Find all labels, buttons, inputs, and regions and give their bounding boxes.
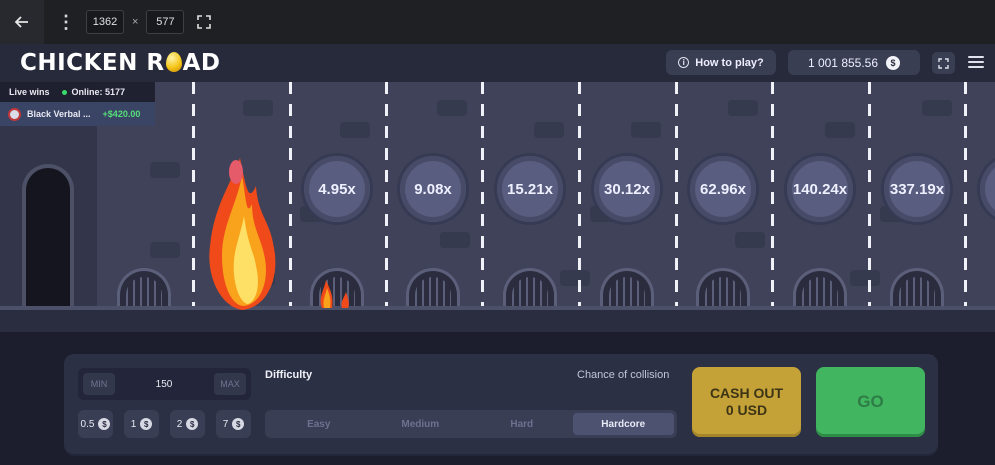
online-dot-icon — [61, 89, 67, 95]
multiplier-coin: 140.24x — [787, 156, 853, 222]
sewer-grate — [117, 268, 171, 308]
wall-brick — [735, 232, 765, 248]
difficulty-label: Difficulty — [265, 369, 313, 381]
sewer-grate — [503, 268, 557, 308]
max-button[interactable]: MAX — [214, 373, 246, 395]
wall-brick — [440, 232, 470, 248]
game-logo: CHICKEN R AD — [20, 50, 221, 76]
balance-value: 1 001 855.56 — [807, 55, 879, 70]
chip-button-2[interactable]: 2 $ — [170, 410, 205, 438]
wall-brick — [560, 270, 590, 286]
kebab-icon[interactable]: ⋮ — [54, 10, 78, 34]
dimension-separator: × — [132, 16, 139, 28]
live-wins-title: Live wins — [9, 87, 50, 97]
difficulty-hardcore-tab[interactable]: Hardcore — [572, 413, 674, 435]
min-button[interactable]: MIN — [83, 373, 115, 395]
multiplier-coin: 337.19x — [884, 156, 950, 222]
egg-icon — [165, 52, 182, 72]
how-to-play-label: How to play? — [695, 56, 764, 69]
width-input[interactable]: 1362 — [86, 10, 124, 34]
lane-divider — [481, 82, 484, 310]
small-fire-icon — [320, 280, 349, 308]
multiplier-coin: 15.21x — [497, 156, 563, 222]
difficulty-hard-tab[interactable]: Hard — [471, 413, 573, 435]
wall-brick — [850, 270, 880, 286]
chip-button-1[interactable]: 1 $ — [124, 410, 159, 438]
cash-out-button[interactable]: CASH OUT 0 USD — [692, 367, 801, 437]
bet-control-panel: MIN 150 MAX 0.5 $ 1 $ 2 $ 7 $ Difficulty Cha… — [64, 354, 938, 454]
fire-flame-icon — [209, 158, 276, 310]
multiplier-coin: 30.12x — [594, 156, 660, 222]
lane-divider — [675, 82, 678, 310]
dollar-coin-icon: $ — [232, 418, 245, 430]
expand-button[interactable] — [932, 52, 955, 74]
wall-brick — [437, 100, 467, 116]
collision-chance-label: Chance of collision — [577, 369, 670, 381]
difficulty-selector: Easy Medium Hard Hardcore — [265, 410, 677, 438]
avatar — [8, 107, 21, 121]
height-input[interactable]: 577 — [146, 10, 185, 34]
lane-divider — [868, 82, 871, 310]
online-count: Online: 5177 — [61, 87, 125, 97]
wall-brick — [728, 100, 758, 116]
wall-brick — [243, 100, 273, 116]
info-icon: i — [678, 57, 690, 68]
sewer-grate — [696, 268, 750, 308]
lane-divider — [385, 82, 388, 310]
sewer-grate — [406, 268, 460, 308]
balance-display: 1 001 855.56 $ — [788, 50, 920, 75]
multiplier-coin: 8 — [980, 156, 995, 222]
multiplier-coin: 9.08x — [400, 156, 466, 222]
wall-brick — [825, 122, 855, 138]
multiplier-coin: 62.96x — [690, 156, 756, 222]
back-button[interactable] — [0, 0, 44, 44]
winner-name: Black Verbal ... — [27, 109, 91, 119]
lane-divider — [771, 82, 774, 310]
expand-icon — [938, 57, 949, 69]
dollar-coin-icon: $ — [886, 55, 901, 70]
game-container: CHICKEN R AD i How to play? 1 001 855.56 … — [0, 44, 995, 465]
lane-divider — [964, 82, 967, 310]
multiplier-coin: 4.95x — [304, 156, 370, 222]
wall-brick — [150, 162, 180, 178]
live-wins-panel: Live wins Online: 5177 Black Verbal ... … — [0, 82, 155, 128]
hamburger-menu-icon[interactable] — [968, 54, 984, 70]
lane-divider — [289, 82, 292, 310]
bet-amount-input[interactable]: 150 — [128, 368, 200, 400]
wall-brick — [340, 122, 370, 138]
difficulty-easy-tab[interactable]: Easy — [268, 413, 370, 435]
lane-divider — [578, 82, 581, 310]
road-ground — [0, 310, 995, 332]
cash-out-amount: 0 USD — [725, 402, 768, 418]
live-wins-header: Live wins Online: 5177 — [0, 82, 155, 102]
browser-toolbar: ⋮ 1362 × 577 — [0, 0, 995, 44]
arrow-left-icon — [14, 16, 28, 28]
cash-out-label: CASH OUT — [709, 385, 784, 401]
dollar-coin-icon: $ — [186, 418, 199, 430]
bet-amount-field: MIN 150 MAX — [78, 368, 251, 400]
how-to-play-button[interactable]: i How to play? — [666, 50, 776, 75]
win-amount: +$420.00 — [102, 109, 141, 119]
live-win-row[interactable]: Black Verbal ... +$420.00 — [0, 102, 155, 126]
fullscreen-icon[interactable] — [194, 12, 214, 32]
difficulty-medium-tab[interactable]: Medium — [370, 413, 472, 435]
wall-brick — [150, 242, 180, 258]
dollar-coin-icon: $ — [98, 418, 111, 430]
start-doorway — [22, 164, 74, 312]
wall-brick — [922, 100, 952, 116]
wall-brick — [631, 122, 661, 138]
sewer-grate — [600, 268, 654, 308]
game-header: CHICKEN R AD i How to play? 1 001 855.56 … — [0, 44, 995, 82]
lane-divider — [192, 82, 195, 310]
go-button[interactable]: GO — [816, 367, 925, 437]
sewer-grate — [793, 268, 847, 308]
wall-brick — [534, 122, 564, 138]
sewer-grate — [890, 268, 944, 308]
chip-button-7[interactable]: 7 $ — [216, 410, 251, 438]
dollar-coin-icon: $ — [140, 418, 153, 430]
chip-button-0-5[interactable]: 0.5 $ — [78, 410, 113, 438]
